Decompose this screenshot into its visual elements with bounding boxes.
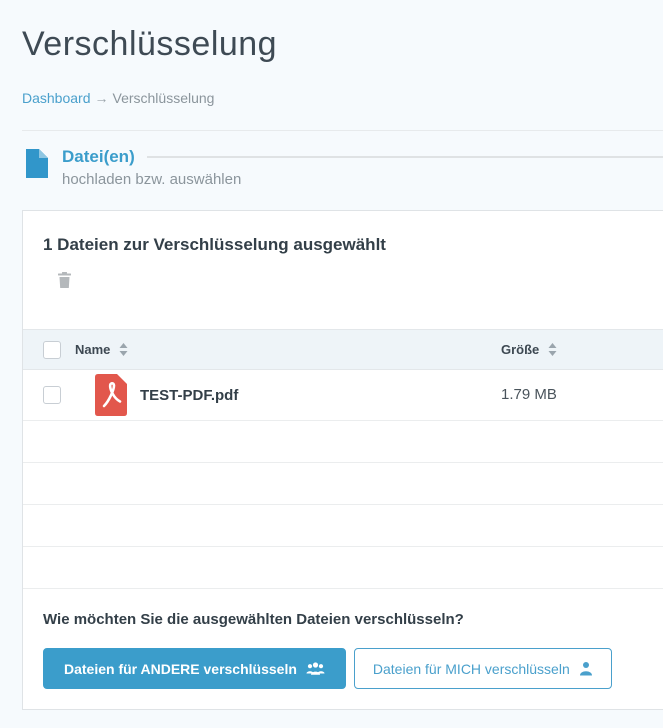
action-buttons-row: Dateien für ANDERE verschlüsseln D	[43, 648, 645, 689]
pdf-file-icon	[95, 374, 127, 416]
empty-table-row	[23, 421, 663, 463]
files-section-subtitle: hochladen bzw. auswählen	[62, 171, 663, 188]
breadcrumb-separator: →	[95, 90, 109, 106]
file-table-header-row: Name Größe	[23, 330, 663, 370]
page: Verschlüsselung Dashboard→Verschlüsselun…	[0, 0, 663, 710]
select-all-checkbox[interactable]	[43, 341, 61, 359]
row-checkbox[interactable]	[43, 386, 61, 404]
files-card: 1 Dateien zur Verschlüsselung ausgewählt	[22, 210, 663, 710]
files-section-header: Datei(en) hochladen bzw. auswählen	[22, 147, 663, 188]
file-table-body: TEST-PDF.pdf 1.79 MB	[23, 370, 663, 589]
page-divider	[22, 130, 663, 131]
card-header-area: 1 Dateien zur Verschlüsselung ausgewählt	[23, 211, 663, 293]
card-actions-area: Wie möchten Sie die ausgewählten Dateien…	[23, 589, 663, 709]
files-section-title: Datei(en)	[62, 147, 135, 167]
sort-icon[interactable]	[119, 343, 128, 356]
empty-table-row	[23, 505, 663, 547]
encrypt-for-me-button[interactable]: Dateien für MICH verschlüsseln	[354, 648, 612, 689]
breadcrumb: Dashboard→Verschlüsselung	[22, 90, 663, 106]
file-table: Name Größe	[23, 329, 663, 589]
selection-count-heading: 1 Dateien zur Verschlüsselung ausgewählt	[43, 235, 645, 255]
page-title: Verschlüsselung	[22, 0, 663, 63]
empty-table-row	[23, 463, 663, 505]
trash-icon	[58, 276, 71, 291]
column-header-size[interactable]: Größe	[501, 342, 663, 357]
encryption-question: Wie möchten Sie die ausgewählten Dateien…	[43, 611, 645, 628]
section-rule	[147, 156, 663, 158]
files-section-texts: Datei(en) hochladen bzw. auswählen	[62, 147, 663, 188]
breadcrumb-current: Verschlüsselung	[113, 90, 215, 106]
delete-selection-button[interactable]	[58, 272, 71, 288]
user-icon	[579, 661, 593, 676]
file-icon	[25, 149, 48, 183]
file-name: TEST-PDF.pdf	[140, 387, 238, 404]
empty-table-row	[23, 547, 663, 589]
column-header-name[interactable]: Name	[75, 342, 501, 357]
breadcrumb-dashboard-link[interactable]: Dashboard	[22, 90, 91, 106]
file-size: 1.79 MB	[501, 386, 557, 403]
users-icon	[306, 661, 325, 676]
encrypt-for-others-button[interactable]: Dateien für ANDERE verschlüsseln	[43, 648, 346, 689]
file-table-row[interactable]: TEST-PDF.pdf 1.79 MB	[23, 370, 663, 421]
sort-icon[interactable]	[548, 343, 557, 356]
